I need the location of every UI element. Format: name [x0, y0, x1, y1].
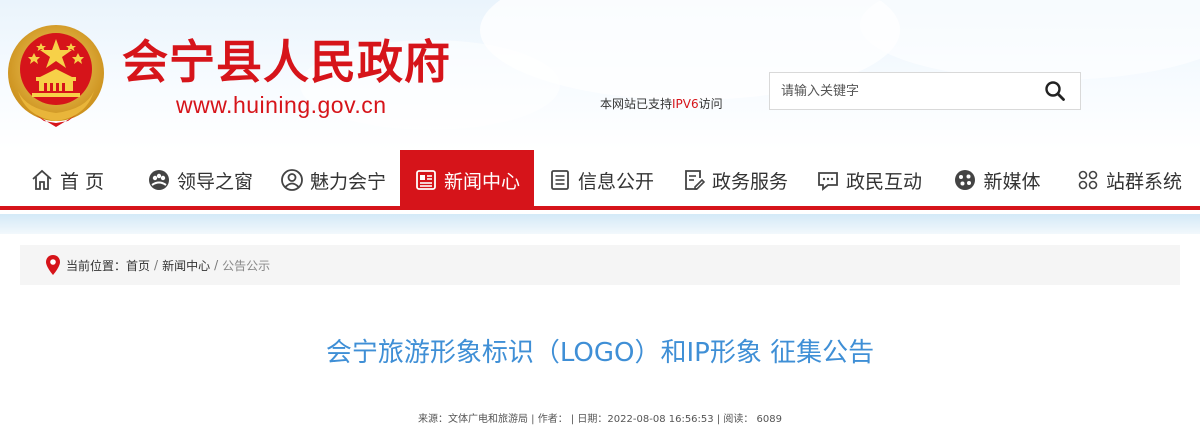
nav-item-charm[interactable]: 魅力会宁 [266, 150, 400, 210]
breadcrumb-separator: / [214, 258, 219, 272]
breadcrumb-home-link[interactable]: 首页 [126, 257, 150, 274]
ipv6-prefix: 本网站已支持 [600, 97, 673, 111]
nav-item-media[interactable]: 新媒体 [936, 150, 1058, 210]
sites-icon [1076, 168, 1100, 192]
national-emblem-icon[interactable] [6, 21, 106, 129]
nav-item-home[interactable]: 首 页 [0, 150, 134, 210]
decorative-band [0, 214, 1200, 234]
news-icon [414, 168, 438, 192]
search-button[interactable] [1030, 73, 1080, 109]
nav-item-label: 首 页 [59, 170, 105, 193]
ipv6-notice: 本网站已支持IPV6访问 [600, 95, 723, 112]
edit-icon [682, 168, 706, 192]
nav-item-label: 魅力会宁 [309, 170, 386, 193]
nav-item-services[interactable]: 政务服务 [668, 150, 802, 210]
leaders-icon [147, 168, 171, 192]
nav-item-label: 信息公开 [577, 170, 654, 193]
chat-icon [816, 168, 840, 192]
nav-item-label: 政务服务 [711, 170, 788, 193]
nav-item-interaction[interactable]: 政民互动 [802, 150, 936, 210]
breadcrumb-news-link[interactable]: 新闻中心 [162, 257, 210, 274]
person-icon [280, 168, 304, 192]
decorative-cloud [860, 0, 1200, 80]
breadcrumb-label: 当前位置： [66, 258, 127, 273]
home-icon [30, 168, 54, 192]
nav-item-label: 站群系统 [1105, 170, 1182, 193]
search-icon [1045, 81, 1065, 101]
breadcrumb-separator: / [154, 258, 159, 272]
nav-item-leaders[interactable]: 领导之窗 [134, 150, 266, 210]
search-input[interactable] [770, 73, 1030, 109]
search-box [769, 72, 1081, 110]
nav-item-label: 新闻中心 [443, 170, 520, 193]
nav-item-sites[interactable]: 站群系统 [1058, 150, 1200, 210]
document-icon [548, 168, 572, 192]
breadcrumb: 当前位置： 首页 / 新闻中心 / 公告公示 [20, 245, 1180, 285]
site-header: 会宁县人民政府 www.huining.gov.cn 本网站已支持IPV6访问 [0, 0, 1200, 150]
article-meta: 来源：文体广电和旅游局 | 作者： | 日期：2022-08-08 16:56:… [417, 414, 782, 425]
nav-item-label: 新媒体 [983, 170, 1041, 193]
article-title: 会宁旅游形象标识（LOGO）和IP形象 征集公告 [325, 338, 875, 368]
ipv6-highlight: IPV6 [672, 97, 699, 111]
site-title[interactable]: 会宁县人民政府 [122, 34, 451, 90]
media-icon [953, 168, 977, 192]
nav-item-news[interactable]: 新闻中心 [400, 150, 534, 210]
nav-item-label: 政民互动 [845, 170, 922, 193]
nav-item-info[interactable]: 信息公开 [534, 150, 668, 210]
nav-item-label: 领导之窗 [176, 170, 253, 193]
site-url[interactable]: www.huining.gov.cn [176, 92, 387, 119]
location-pin-icon [46, 255, 60, 275]
main-nav: 首 页 领导之窗 魅力会宁 新闻中心 信息公开 政务服务 政民互动 新媒体 站群… [0, 150, 1200, 210]
ipv6-suffix: 访问 [698, 97, 723, 111]
breadcrumb-current: 公告公示 [222, 258, 271, 273]
